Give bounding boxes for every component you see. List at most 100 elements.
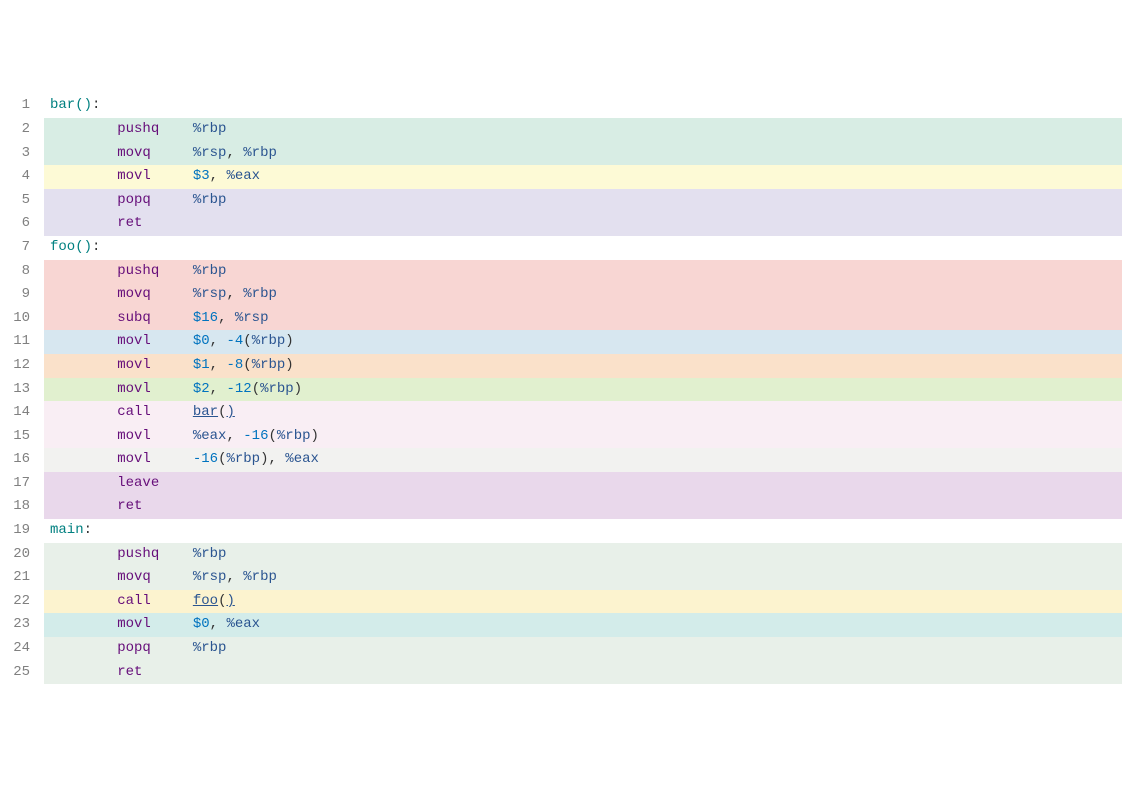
line-number: 3 xyxy=(0,142,44,166)
code-line[interactable]: 19main: xyxy=(0,519,1122,543)
code-token: call xyxy=(117,404,151,420)
code-content: ret xyxy=(44,661,1122,685)
code-content: movl $2, -12(%rbp) xyxy=(44,378,1122,402)
code-content: popq %rbp xyxy=(44,637,1122,661)
line-number: 8 xyxy=(0,260,44,284)
code-line[interactable]: 13 movl $2, -12(%rbp) xyxy=(0,378,1122,402)
code-line[interactable]: 24 popq %rbp xyxy=(0,637,1122,661)
code-token: ) xyxy=(311,428,319,444)
code-token: %eax xyxy=(226,616,260,632)
code-token: pushq xyxy=(117,263,159,279)
code-token: , xyxy=(226,286,243,302)
code-line[interactable]: 9 movq %rsp, %rbp xyxy=(0,283,1122,307)
code-token: movl xyxy=(117,168,151,184)
code-token: -16 xyxy=(193,451,218,467)
code-line[interactable]: 21 movq %rsp, %rbp xyxy=(0,566,1122,590)
code-line[interactable]: 15 movl %eax, -16(%rbp) xyxy=(0,425,1122,449)
code-line[interactable]: 3 movq %rsp, %rbp xyxy=(0,142,1122,166)
code-line[interactable]: 5 popq %rbp xyxy=(0,189,1122,213)
code-content: subq $16, %rsp xyxy=(44,307,1122,331)
code-content: leave xyxy=(44,472,1122,496)
code-line[interactable]: 12 movl $1, -8(%rbp) xyxy=(0,354,1122,378)
code-token: %rbp xyxy=(243,286,277,302)
line-number: 15 xyxy=(0,425,44,449)
line-number: 11 xyxy=(0,330,44,354)
code-token: popq xyxy=(117,192,151,208)
code-token: movq xyxy=(117,286,151,302)
code-token: movq xyxy=(117,145,151,161)
code-content: movl %eax, -16(%rbp) xyxy=(44,425,1122,449)
code-token: , xyxy=(210,381,227,397)
code-content: ret xyxy=(44,495,1122,519)
code-token: , xyxy=(210,616,227,632)
code-line[interactable]: 17 leave xyxy=(0,472,1122,496)
code-token: : xyxy=(92,239,100,255)
code-token: movl xyxy=(117,381,151,397)
code-content: movl $0, %eax xyxy=(44,613,1122,637)
code-line[interactable]: 2 pushq %rbp xyxy=(0,118,1122,142)
line-number: 22 xyxy=(0,590,44,614)
code-token: : xyxy=(84,522,92,538)
code-content: movl $3, %eax xyxy=(44,165,1122,189)
code-token: %rsp xyxy=(193,286,227,302)
code-line[interactable]: 23 movl $0, %eax xyxy=(0,613,1122,637)
code-line[interactable]: 20 pushq %rbp xyxy=(0,543,1122,567)
code-line[interactable]: 18 ret xyxy=(0,495,1122,519)
code-token: ) xyxy=(285,333,293,349)
code-token: -4 xyxy=(226,333,243,349)
code-token: movl xyxy=(117,357,151,373)
code-token: -8 xyxy=(226,357,243,373)
code-token: movl xyxy=(117,616,151,632)
code-line[interactable]: 7foo(): xyxy=(0,236,1122,260)
code-token: ( xyxy=(252,381,260,397)
line-number: 10 xyxy=(0,307,44,331)
code-line[interactable]: 25 ret xyxy=(0,661,1122,685)
code-content: foo(): xyxy=(44,236,1122,260)
code-content: main: xyxy=(44,519,1122,543)
code-token: %rbp xyxy=(260,381,294,397)
code-token: ( xyxy=(243,357,251,373)
code-line[interactable]: 11 movl $0, -4(%rbp) xyxy=(0,330,1122,354)
code-token: foo xyxy=(193,593,218,609)
code-token: %rsp xyxy=(193,145,227,161)
code-token: () xyxy=(75,239,92,255)
code-token: call xyxy=(117,593,151,609)
line-number: 9 xyxy=(0,283,44,307)
code-line[interactable]: 8 pushq %rbp xyxy=(0,260,1122,284)
code-content: movl $0, -4(%rbp) xyxy=(44,330,1122,354)
code-content: movq %rsp, %rbp xyxy=(44,283,1122,307)
code-token: foo xyxy=(50,239,75,255)
code-token: , xyxy=(226,569,243,585)
code-content: popq %rbp xyxy=(44,189,1122,213)
code-line[interactable]: 4 movl $3, %eax xyxy=(0,165,1122,189)
code-token: %rsp xyxy=(193,569,227,585)
line-number: 7 xyxy=(0,236,44,260)
line-number: 16 xyxy=(0,448,44,472)
code-token: movq xyxy=(117,569,151,585)
code-token: , xyxy=(226,428,243,444)
line-number: 14 xyxy=(0,401,44,425)
line-number: 19 xyxy=(0,519,44,543)
code-token: ( xyxy=(243,333,251,349)
code-token: %rbp xyxy=(243,145,277,161)
code-token: %eax xyxy=(193,428,227,444)
line-number: 13 xyxy=(0,378,44,402)
code-line[interactable]: 1bar(): xyxy=(0,94,1122,118)
code-token: , xyxy=(210,333,227,349)
code-token: ret xyxy=(117,498,142,514)
code-token: main xyxy=(50,522,84,538)
code-token: popq xyxy=(117,640,151,656)
code-line[interactable]: 16 movl -16(%rbp), %eax xyxy=(0,448,1122,472)
code-line[interactable]: 10 subq $16, %rsp xyxy=(0,307,1122,331)
code-token: movl xyxy=(117,451,151,467)
code-token: $1 xyxy=(193,357,210,373)
code-line[interactable]: 22 call foo() xyxy=(0,590,1122,614)
code-token: ( xyxy=(218,593,226,609)
line-number: 17 xyxy=(0,472,44,496)
code-token: $0 xyxy=(193,333,210,349)
code-token: ) xyxy=(226,593,234,609)
code-line[interactable]: 14 call bar() xyxy=(0,401,1122,425)
code-token: %rbp xyxy=(243,569,277,585)
code-line[interactable]: 6 ret xyxy=(0,212,1122,236)
code-token: subq xyxy=(117,310,151,326)
